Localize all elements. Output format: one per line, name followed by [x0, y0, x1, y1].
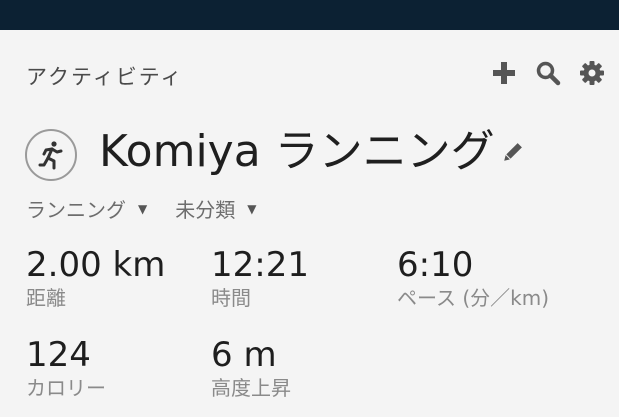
- stat-elevation: 6 m 高度上昇: [211, 335, 291, 401]
- activity-card: アクティビティ Komiya ランニング ランニング ▼ 未分類 ▼ 2.00 …: [0, 30, 619, 417]
- runner-icon: [25, 129, 77, 181]
- stat-pace: 6:10 ペース (分／km): [397, 245, 549, 311]
- distance-label: 距離: [26, 286, 66, 310]
- calories-label: カロリー: [26, 376, 106, 400]
- time-label: 時間: [211, 286, 251, 310]
- triangle-down-icon: ▼: [138, 201, 148, 216]
- plus-icon[interactable]: [489, 58, 519, 88]
- section-title: アクティビティ: [26, 65, 184, 89]
- elevation-value: 6 m: [211, 335, 277, 375]
- triangle-down-icon: ▼: [247, 201, 257, 216]
- activity-type-dropdown[interactable]: ランニング ▼: [26, 194, 147, 223]
- top-bar: [0, 0, 619, 30]
- pace-value: 6:10: [397, 245, 474, 285]
- time-value: 12:21: [211, 245, 309, 285]
- stat-calories: 124 カロリー: [26, 335, 106, 401]
- calories-value: 124: [26, 335, 91, 375]
- distance-value: 2.00 km: [26, 245, 166, 285]
- pencil-icon[interactable]: [497, 138, 527, 168]
- pace-label: ペース (分／km): [397, 286, 550, 310]
- header-actions: [489, 58, 607, 88]
- elevation-label: 高度上昇: [211, 376, 291, 400]
- search-icon[interactable]: [533, 58, 563, 88]
- activity-filters: ランニング ▼ 未分類 ▼: [26, 194, 256, 223]
- category-dropdown[interactable]: 未分類 ▼: [175, 194, 256, 223]
- activity-type-label: ランニング: [26, 198, 126, 222]
- gear-icon[interactable]: [577, 58, 607, 88]
- stat-distance: 2.00 km 距離: [26, 245, 165, 311]
- category-label: 未分類: [175, 198, 236, 222]
- stat-time: 12:21 時間: [211, 245, 309, 311]
- activity-name: Komiya ランニング: [99, 126, 495, 177]
